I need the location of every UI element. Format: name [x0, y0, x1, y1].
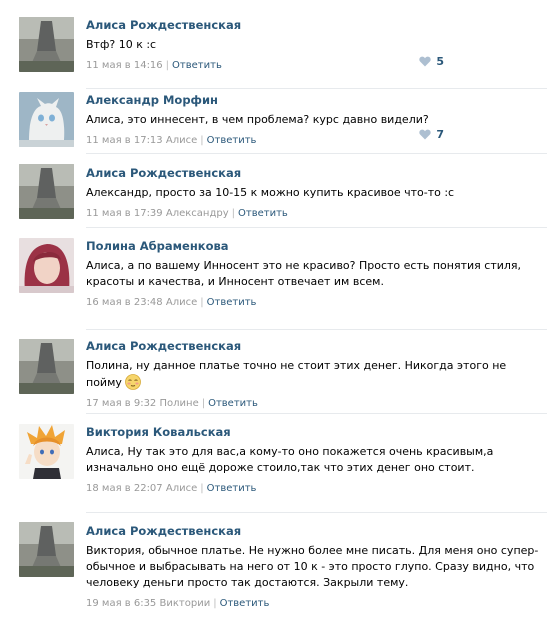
avatar[interactable]	[19, 424, 74, 479]
meta-separator: |	[200, 297, 204, 308]
meta-separator: |	[165, 60, 170, 71]
comment: Алиса Рождественская Полина, ну данное п…	[0, 330, 547, 414]
meta-separator: |	[231, 208, 236, 219]
comment-date[interactable]: 19 мая в 6:35	[86, 598, 156, 609]
comment-date[interactable]: 11 мая в 17:39	[86, 208, 163, 219]
comment-text: Алиса, а по вашему Инносент это не краси…	[86, 259, 522, 288]
avatar-image-dress-icon	[19, 17, 74, 72]
avatar[interactable]	[19, 238, 74, 293]
avatar[interactable]	[19, 92, 74, 147]
comment-meta: 11 мая в 14:16 | Ответить	[86, 59, 539, 72]
author-name[interactable]: Виктория Ковальская	[86, 425, 539, 439]
comment-meta: 18 мая в 22:07 Алисе | Ответить	[86, 482, 539, 495]
author-name[interactable]: Александр Морфин	[86, 93, 539, 107]
author-name[interactable]: Алиса Рождественская	[86, 339, 539, 353]
avatar[interactable]	[19, 17, 74, 72]
reply-to[interactable]: Виктории	[160, 598, 211, 609]
comment-meta: 17 мая в 9:32 Полине | Ответить	[86, 397, 539, 410]
comment: Виктория Ковальская Алиса, Ну так это дл…	[0, 414, 547, 513]
comment-text: Алиса, это иннесент, в чем проблема? кур…	[86, 113, 429, 126]
avatar-image-dress-icon	[19, 164, 74, 219]
avatar-image-cat-icon	[19, 92, 74, 147]
comment-text: Александр, просто за 10-15 к можно купит…	[86, 186, 455, 199]
like-button[interactable]: 5	[419, 55, 444, 68]
like-button[interactable]: 7	[419, 128, 444, 141]
avatar-image-girl-icon	[19, 238, 74, 293]
comment-date[interactable]: 11 мая в 17:13	[86, 135, 163, 146]
comment-meta: 11 мая в 17:39 Александру | Ответить	[86, 207, 539, 220]
comment: Алиса Рождественская Виктория, обычное п…	[0, 513, 547, 637]
comment-meta: 11 мая в 17:13 Алисе | Ответить	[86, 134, 539, 147]
author-name[interactable]: Алиса Рождественская	[86, 524, 539, 538]
avatar[interactable]	[19, 339, 74, 394]
comment: Алиса Рождественская Втф? 10 к :с 11 мая…	[0, 0, 547, 89]
avatar-image-anime-icon	[19, 424, 74, 479]
author-name[interactable]: Алиса Рождественская	[86, 166, 539, 180]
comment-meta: 16 мая в 23:48 Алисе | Ответить	[86, 296, 539, 309]
avatar[interactable]	[19, 522, 74, 577]
author-name[interactable]: Алиса Рождественская	[86, 18, 539, 32]
meta-separator: |	[200, 483, 204, 494]
comment: Александр Морфин Алиса, это иннесент, в …	[0, 89, 547, 154]
like-count: 7	[436, 128, 444, 141]
avatar-image-dress-icon	[19, 522, 74, 577]
reply-to[interactable]: Алисе	[166, 483, 197, 494]
comment-text: Виктория, обычное платье. Не нужно более…	[86, 544, 539, 589]
reply-button[interactable]: Ответить	[207, 135, 257, 146]
comment-text: Втф? 10 к :с	[86, 38, 157, 51]
meta-separator: |	[200, 135, 204, 146]
reply-to[interactable]: Алисе	[166, 135, 197, 146]
reply-button[interactable]: Ответить	[207, 297, 257, 308]
comment-meta: 19 мая в 6:35 Виктории | Ответить	[86, 597, 539, 610]
blushing-face-emoji-icon	[124, 374, 141, 390]
meta-separator: |	[213, 598, 217, 609]
reply-to[interactable]: Александру	[166, 208, 229, 219]
comment-date[interactable]: 17 мая в 9:32	[86, 398, 156, 409]
reply-button[interactable]: Ответить	[208, 398, 258, 409]
like-count: 5	[436, 55, 444, 68]
reply-button[interactable]: Ответить	[207, 483, 257, 494]
comment-text: Алиса, Ну так это для вас,а кому-то оно …	[86, 445, 494, 474]
heart-icon	[419, 56, 432, 67]
reply-to[interactable]: Алисе	[166, 297, 197, 308]
reply-button[interactable]: Ответить	[220, 598, 270, 609]
author-name[interactable]: Полина Абраменкова	[86, 239, 539, 253]
comment-date[interactable]: 11 мая в 14:16	[86, 60, 163, 71]
reply-button[interactable]: Ответить	[238, 208, 288, 219]
comment-text-content: Полина, ну данное платье точно не стоит …	[86, 359, 507, 389]
comment-date[interactable]: 16 мая в 23:48	[86, 297, 163, 308]
comment: Алиса Рождественская Александр, просто з…	[0, 154, 547, 228]
comment-date[interactable]: 18 мая в 22:07	[86, 483, 163, 494]
avatar-image-dress-icon	[19, 339, 74, 394]
meta-separator: |	[201, 398, 206, 409]
comment: Полина Абраменкова Алиса, а по вашему Ин…	[0, 228, 547, 330]
reply-to[interactable]: Полине	[160, 398, 199, 409]
comment-text: Полина, ну данное платье точно не стоит …	[86, 358, 539, 391]
avatar[interactable]	[19, 164, 74, 219]
heart-icon	[419, 129, 432, 140]
reply-button[interactable]: Ответить	[172, 60, 222, 71]
